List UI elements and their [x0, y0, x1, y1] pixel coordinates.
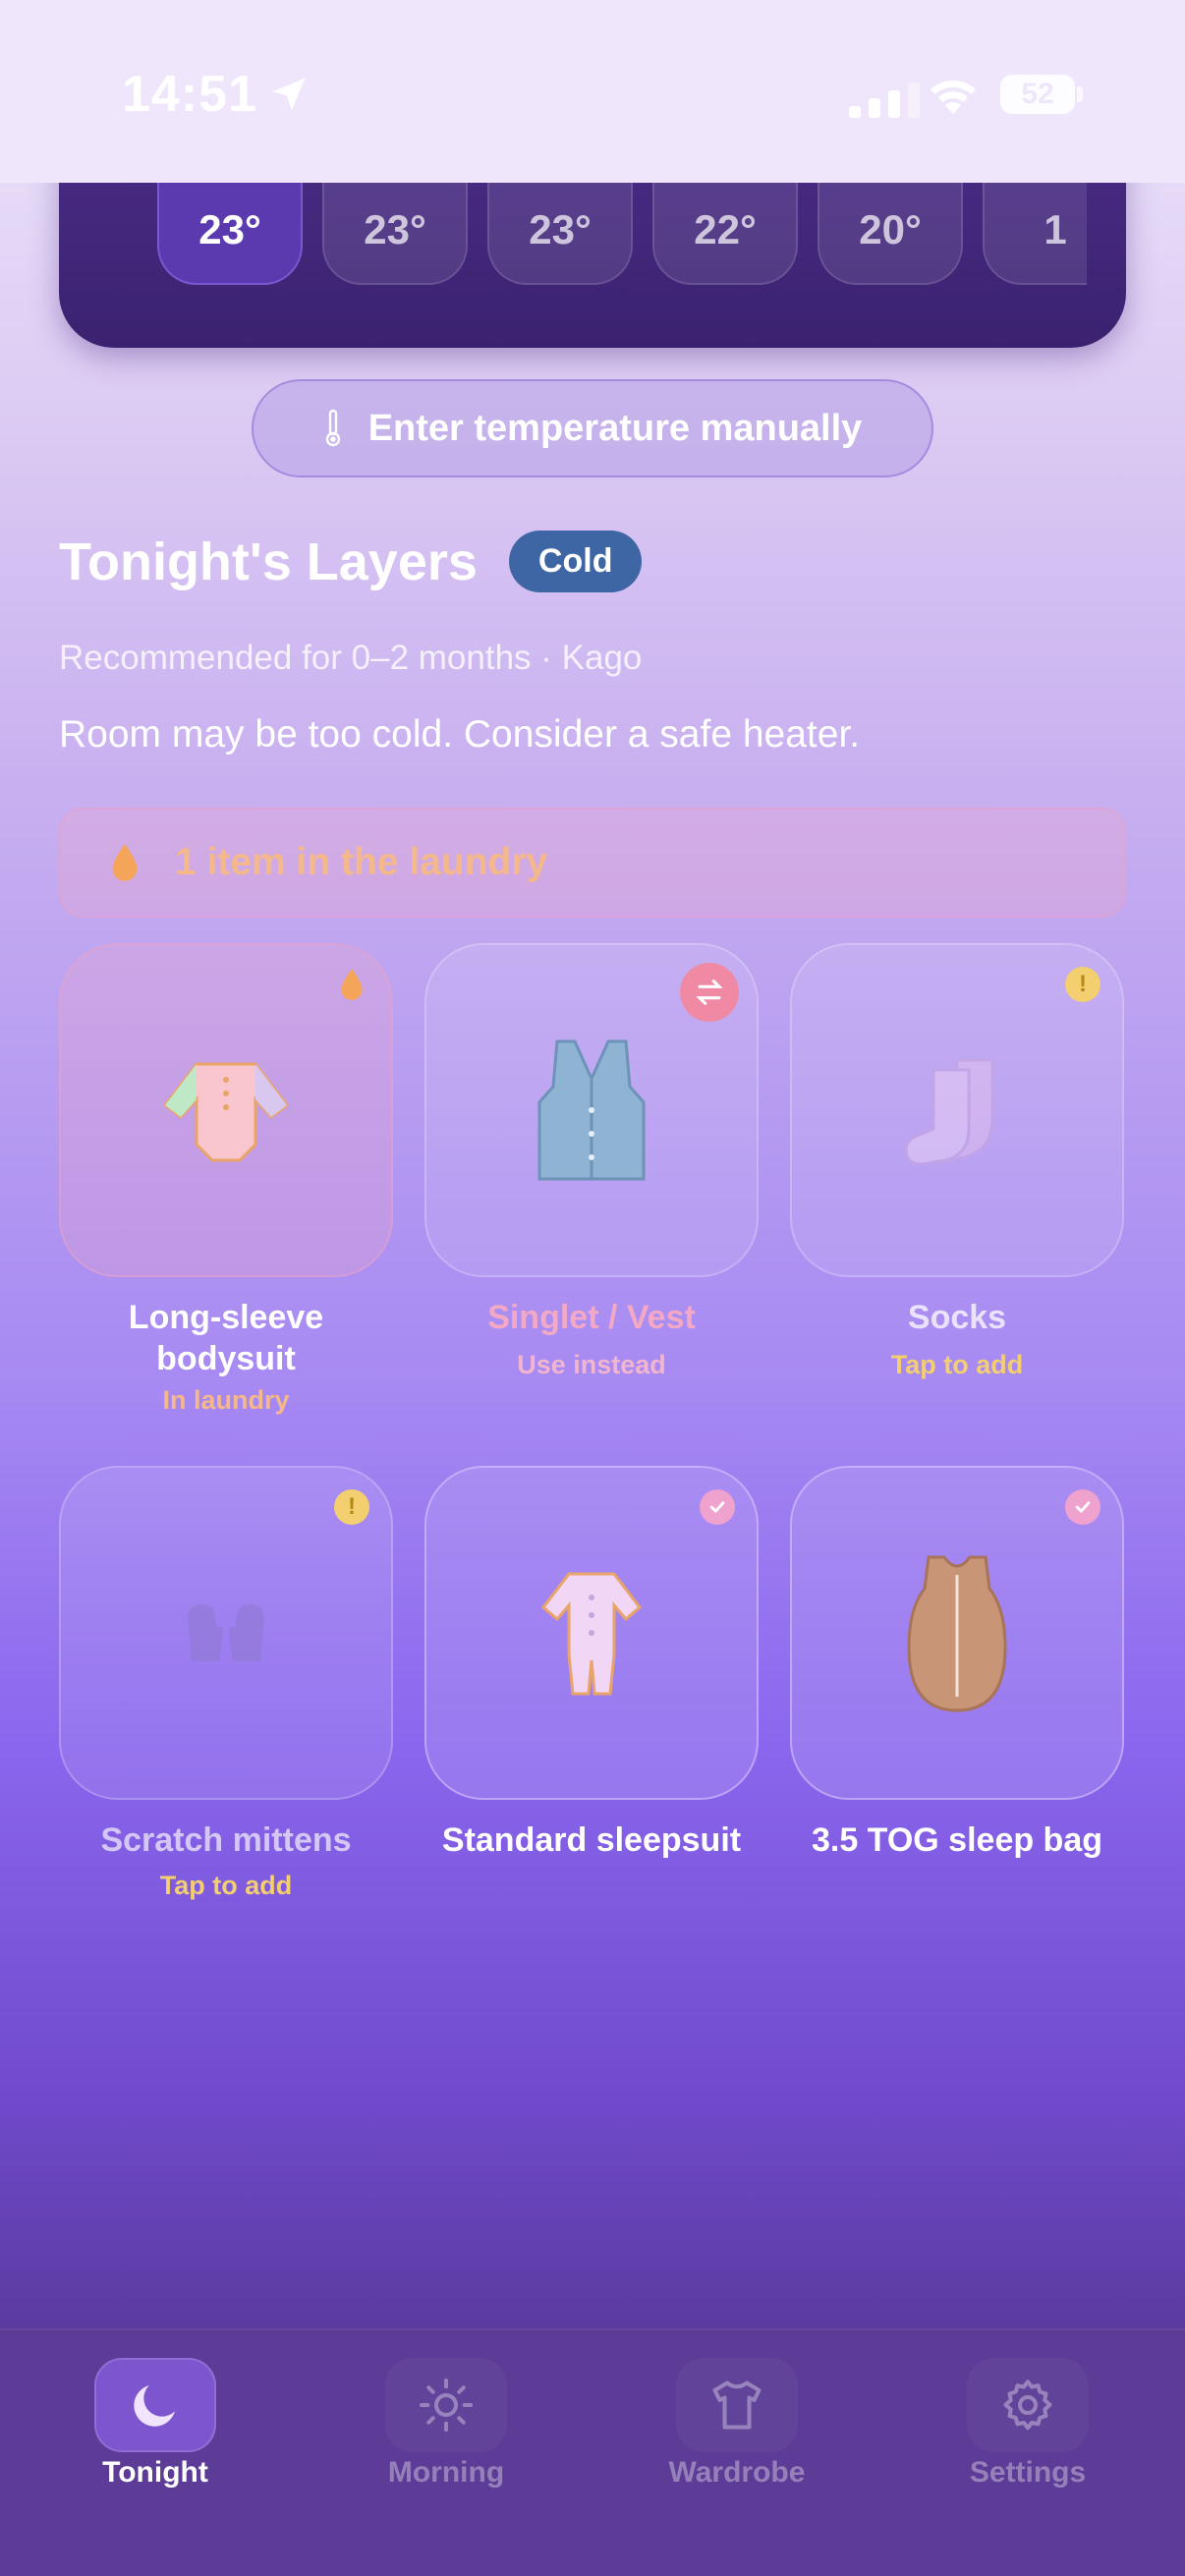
tab-label: Wardrobe	[668, 2456, 806, 2489]
item-status: Use instead	[517, 1350, 666, 1379]
recommendation-text: Recommended for 0–2 months · Kago	[59, 639, 643, 677]
hourly-forecast-strip[interactable]: 23° 23° 23° 22° 20° 1	[157, 183, 1087, 291]
sleepsuit-icon	[540, 1572, 643, 1696]
bottom-tab-bar: Tonight Morning Wardrobe Settings	[0, 2328, 1185, 2576]
item-tile-singlet-vest[interactable]	[424, 943, 759, 1277]
item-status: In laundry	[162, 1385, 290, 1415]
vest-icon	[537, 1039, 646, 1181]
tab-label: Settings	[969, 2456, 1087, 2489]
thermometer-icon	[325, 409, 340, 447]
item-name: Singlet / Vest	[487, 1299, 696, 1336]
item-status: Tap to add	[890, 1350, 1024, 1379]
warning-icon: !	[334, 1489, 369, 1525]
item-tile-standard-sleepsuit[interactable]	[424, 1466, 759, 1800]
water-drop-icon	[112, 844, 138, 881]
item-name: Scratch mittens	[100, 1821, 352, 1859]
shirt-icon	[676, 2358, 798, 2452]
sun-icon	[385, 2358, 507, 2452]
manual-button-label: Enter temperature manually	[367, 407, 863, 449]
item-status: Tap to add	[159, 1871, 293, 1900]
tab-morning[interactable]: Morning	[328, 2358, 564, 2490]
item-tile-scratch-mittens[interactable]: !	[59, 1466, 393, 1800]
battery-cap	[1077, 86, 1083, 102]
hour-pill[interactable]: 23°	[157, 183, 303, 285]
mittens-icon	[188, 1604, 264, 1661]
layers-header: Tonight's Layers Cold	[59, 531, 643, 592]
tab-tonight[interactable]: Tonight	[37, 2358, 273, 2490]
laundry-banner[interactable]: 1 item in the laundry	[59, 808, 1126, 918]
sleep-bag-icon	[907, 1555, 1007, 1712]
status-time: 14:51	[122, 66, 257, 123]
hour-pill[interactable]: 23°	[322, 183, 468, 285]
item-tile-socks[interactable]: !	[790, 943, 1124, 1277]
status-bar: 14:51 52	[0, 0, 1185, 183]
battery-indicator: 52	[1000, 75, 1075, 114]
hour-pill[interactable]: 23°	[487, 183, 633, 285]
hour-pill[interactable]: 22°	[652, 183, 798, 285]
bodysuit-icon	[162, 1062, 290, 1162]
item-name: 3.5 TOG sleep bag	[811, 1821, 1103, 1859]
tab-label: Morning	[387, 2456, 505, 2489]
laundry-drop-icon	[334, 967, 369, 1002]
warning-icon: !	[1065, 967, 1100, 1002]
location-arrow-icon	[272, 78, 306, 111]
status-badge: Cold	[508, 531, 643, 592]
item-name: Socks	[907, 1299, 1007, 1336]
item-tile-long-sleeve-bodysuit[interactable]	[59, 943, 393, 1277]
moon-icon	[94, 2358, 216, 2452]
hour-pill[interactable]: 1	[983, 183, 1087, 285]
gear-icon	[967, 2358, 1089, 2452]
tab-wardrobe[interactable]: Wardrobe	[619, 2358, 855, 2490]
item-tile-sleep-bag[interactable]	[790, 1466, 1124, 1800]
tab-settings[interactable]: Settings	[910, 2358, 1146, 2490]
wifi-icon	[931, 81, 976, 114]
swap-icon[interactable]	[680, 963, 739, 1022]
item-name: Standard sleepsuit	[441, 1821, 742, 1859]
check-icon	[700, 1489, 735, 1525]
cellular-signal-icon	[849, 83, 920, 118]
check-icon	[1065, 1489, 1100, 1525]
page-title: Tonight's Layers	[59, 532, 478, 591]
item-name: Long-sleeve bodysuit	[128, 1299, 324, 1377]
enter-temperature-manually-button[interactable]: Enter temperature manually	[252, 379, 933, 477]
socks-icon	[904, 1058, 994, 1166]
hour-pill[interactable]: 20°	[818, 183, 963, 285]
tab-label: Tonight	[102, 2456, 208, 2489]
room-warning-text: Room may be too cold. Consider a safe he…	[59, 713, 861, 756]
laundry-banner-text: 1 item in the laundry	[175, 841, 548, 883]
